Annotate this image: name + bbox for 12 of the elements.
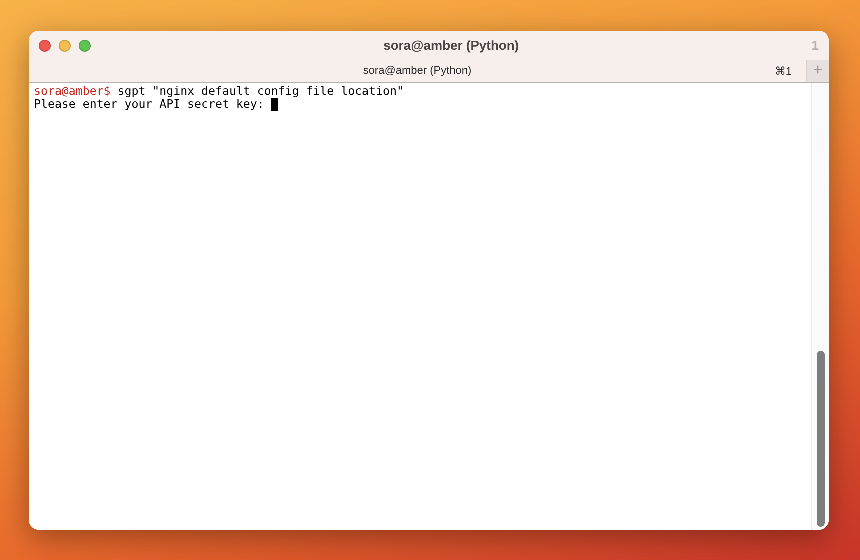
terminal-tab[interactable]: sora@amber (Python) ⌘1 [29,60,806,82]
scrollbar-thumb[interactable] [816,351,824,527]
zoom-icon[interactable] [79,40,91,52]
minimize-icon[interactable] [59,40,71,52]
window-number: 1 [812,38,819,53]
terminal-area[interactable]: sora@amber$ sgpt "nginx default config file location" Please enter your API secret key: [29,83,811,530]
shell-prompt: sora@amber$ [34,85,111,98]
command-text: sgpt "nginx default config file location" [116,85,404,98]
output-text: Please enter your API secret key: [34,98,264,111]
tab-shortcut: ⌘1 [774,64,792,78]
close-icon[interactable] [39,40,51,52]
window-title: sora@amber (Python) [382,38,520,53]
